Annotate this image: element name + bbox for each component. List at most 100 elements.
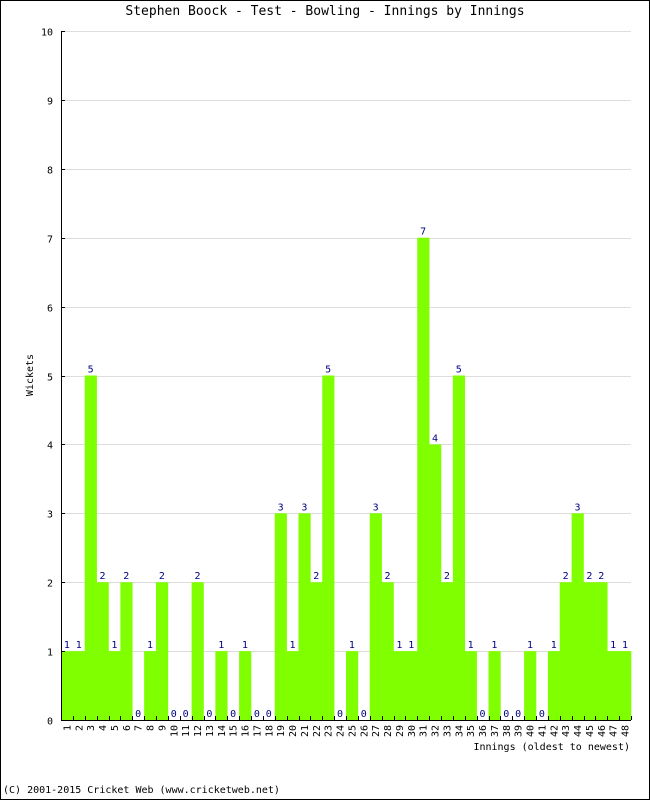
x-tick-label: 26 — [359, 725, 370, 737]
x-tick-label: 44 — [573, 725, 584, 737]
data-label: 0 — [230, 709, 236, 720]
bar — [84, 375, 97, 720]
data-label: 2 — [586, 571, 592, 582]
x-tick-label: 48 — [621, 725, 632, 737]
bar — [488, 651, 501, 720]
x-tick-label: 18 — [264, 725, 275, 737]
x-tick-label: 5 — [110, 725, 121, 731]
data-label: 0 — [337, 709, 343, 720]
data-label: 0 — [171, 709, 177, 720]
x-tick-label: 7 — [134, 725, 145, 731]
data-label: 0 — [361, 709, 367, 720]
data-label: 0 — [480, 709, 486, 720]
x-tick-label: 37 — [490, 725, 501, 737]
y-tick-label: 6 — [47, 304, 53, 315]
bar — [405, 651, 418, 720]
data-labels: 1 152120120 0201010 031325010321 174251010 01… — [64, 227, 628, 720]
data-label: 2 — [100, 571, 106, 582]
data-label: 5 — [456, 365, 462, 376]
bar — [559, 582, 572, 720]
bar — [583, 582, 596, 720]
x-tick-label: 14 — [217, 725, 228, 737]
y-tick-label: 1 — [47, 648, 53, 659]
data-label: 2 — [563, 571, 569, 582]
bar — [571, 513, 584, 720]
data-label: 5 — [88, 365, 94, 376]
x-tick-label: 46 — [597, 725, 608, 737]
x-tick-label: 13 — [205, 725, 216, 737]
bar — [156, 582, 169, 720]
x-tick-label: 2 — [74, 725, 85, 731]
bar — [346, 651, 359, 720]
gridlines — [61, 31, 631, 652]
x-tick-label: 9 — [157, 725, 168, 731]
x-tick-label: 38 — [502, 725, 513, 737]
data-label: 1 — [218, 640, 224, 651]
y-tick-label: 10 — [41, 28, 53, 39]
bar — [120, 582, 133, 720]
bar — [393, 651, 406, 720]
bar — [369, 513, 382, 720]
y-axis-label: Wickets — [25, 354, 36, 396]
bar — [524, 651, 537, 720]
x-tick-label: 15 — [229, 725, 240, 737]
bar — [298, 513, 311, 720]
bar — [429, 444, 442, 720]
x-tick-label: 17 — [252, 725, 263, 737]
bar-chart: 0123456789101 2 3 4 5 6 7 8 9 10 11 12 13 14 15 16 17 18 1… — [25, 28, 632, 753]
data-label: 1 — [349, 640, 355, 651]
bar — [239, 651, 252, 720]
y-tick-label: 3 — [47, 510, 53, 521]
x-tick-label: 16 — [241, 725, 252, 737]
copyright-footer: (C) 2001-2015 Cricket Web (www.cricketwe… — [3, 785, 280, 796]
x-tick-label: 12 — [193, 725, 204, 737]
x-tick-label: 10 — [169, 725, 180, 737]
data-label: 3 — [301, 502, 307, 513]
bar — [619, 651, 632, 720]
bar — [144, 651, 157, 720]
data-label: 0 — [503, 709, 509, 720]
bar — [322, 375, 335, 720]
data-label: 1 — [408, 640, 414, 651]
x-tick-label: 24 — [336, 725, 347, 737]
data-label: 2 — [598, 571, 604, 582]
y-tick-label: 0 — [47, 717, 53, 728]
bar — [607, 651, 620, 720]
data-label: 0 — [183, 709, 189, 720]
x-tick-label: 33 — [442, 725, 453, 737]
bar — [96, 582, 109, 720]
bar — [452, 375, 466, 720]
data-label: 1 — [622, 640, 628, 651]
data-label: 2 — [444, 571, 450, 582]
data-label: 1 — [147, 640, 153, 651]
x-tick-label: 28 — [383, 725, 394, 737]
x-tick-label: 41 — [537, 725, 548, 737]
x-tick-label: 35 — [466, 725, 477, 737]
x-tick-label: 40 — [526, 725, 537, 737]
y-tick-label: 8 — [47, 166, 53, 177]
x-tick-label: 4 — [98, 725, 109, 731]
data-label: 0 — [515, 709, 521, 720]
data-label: 0 — [254, 709, 260, 720]
bar — [381, 582, 394, 720]
x-tick-label: 32 — [431, 725, 442, 737]
data-label: 1 — [76, 640, 82, 651]
data-label: 1 — [290, 640, 296, 651]
x-tick-label: 27 — [371, 725, 382, 737]
data-label: 3 — [373, 502, 379, 513]
data-label: 2 — [159, 571, 165, 582]
y-tick-label: 7 — [47, 235, 53, 246]
x-tick-label: 25 — [347, 725, 358, 737]
data-label: 1 — [242, 640, 248, 651]
x-tick-label: 23 — [324, 725, 335, 737]
bar — [464, 651, 477, 720]
data-label: 0 — [206, 709, 212, 720]
data-label: 7 — [420, 227, 426, 238]
data-label: 1 — [111, 640, 117, 651]
x-tick-label: 3 — [86, 725, 97, 731]
x-tick-label: 11 — [181, 725, 192, 737]
data-label: 5 — [325, 365, 331, 376]
data-label: 3 — [278, 502, 284, 513]
bar — [441, 582, 454, 720]
data-label: 3 — [575, 502, 581, 513]
